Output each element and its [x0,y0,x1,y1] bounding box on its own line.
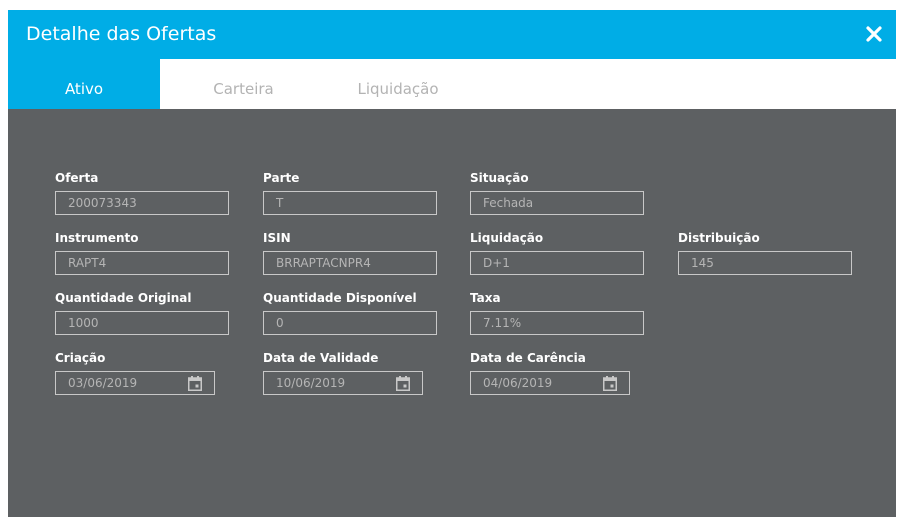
liquidacao-input[interactable]: D+1 [470,251,644,275]
details-panel: Oferta 200073343 Parte T Situação Fechad… [8,109,896,517]
situacao-input[interactable]: Fechada [470,191,644,215]
field-label: Data de Validade [263,351,379,365]
distribuicao-input[interactable]: 145 [678,251,852,275]
field-taxa: Taxa 7.11% [470,290,650,335]
field-quantidade-original: Quantidade Original 1000 [55,290,235,335]
field-label: Situação [470,171,529,185]
criacao-value: 03/06/2019 [68,376,138,390]
oferta-input[interactable]: 200073343 [55,191,229,215]
field-isin: ISIN BRRAPTACNPR4 [263,230,443,275]
tab-bar: Ativo Carteira Liquidação [8,59,896,109]
field-data-carencia: Data de Carência 04/06/2019 [470,350,650,395]
data-validade-date-input[interactable]: 10/06/2019 [263,371,423,395]
data-carencia-value: 04/06/2019 [483,376,553,390]
tab-ativo[interactable]: Ativo [8,59,160,109]
field-distribuicao: Distribuição 145 [678,230,858,275]
tab-carteira[interactable]: Carteira [191,59,296,109]
field-label: Quantidade Disponível [263,291,417,305]
field-parte: Parte T [263,170,443,215]
field-label: ISIN [263,231,291,245]
parte-input[interactable]: T [263,191,437,215]
field-criacao: Criação 03/06/2019 [55,350,235,395]
quantidade-disponivel-input[interactable]: 0 [263,311,437,335]
tab-liquidacao[interactable]: Liquidação [343,59,453,109]
field-label: Data de Carência [470,351,586,365]
field-label: Oferta [55,171,99,185]
field-oferta: Oferta 200073343 [55,170,235,215]
dialog-title: Detalhe das Ofertas [26,23,217,45]
instrumento-input[interactable]: RAPT4 [55,251,229,275]
field-instrumento: Instrumento RAPT4 [55,230,235,275]
isin-input[interactable]: BRRAPTACNPR4 [263,251,437,275]
field-liquidacao: Liquidação D+1 [470,230,650,275]
quantidade-original-input[interactable]: 1000 [55,311,229,335]
field-label: Parte [263,171,300,185]
close-icon[interactable] [863,23,885,45]
calendar-icon[interactable] [603,376,617,391]
criacao-date-input[interactable]: 03/06/2019 [55,371,215,395]
offer-details-dialog: Detalhe das Ofertas Ativo Carteira Liqui… [8,10,896,517]
data-validade-value: 10/06/2019 [276,376,346,390]
field-label: Taxa [470,291,501,305]
field-data-validade: Data de Validade 10/06/2019 [263,350,443,395]
field-label: Criação [55,351,106,365]
field-situacao: Situação Fechada [470,170,650,215]
field-label: Distribuição [678,231,760,245]
calendar-icon[interactable] [188,376,202,391]
field-label: Quantidade Original [55,291,192,305]
field-label: Liquidação [470,231,544,245]
dialog-header: Detalhe das Ofertas [8,10,896,59]
taxa-input[interactable]: 7.11% [470,311,644,335]
data-carencia-date-input[interactable]: 04/06/2019 [470,371,630,395]
field-quantidade-disponivel: Quantidade Disponível 0 [263,290,443,335]
field-label: Instrumento [55,231,139,245]
calendar-icon[interactable] [396,376,410,391]
